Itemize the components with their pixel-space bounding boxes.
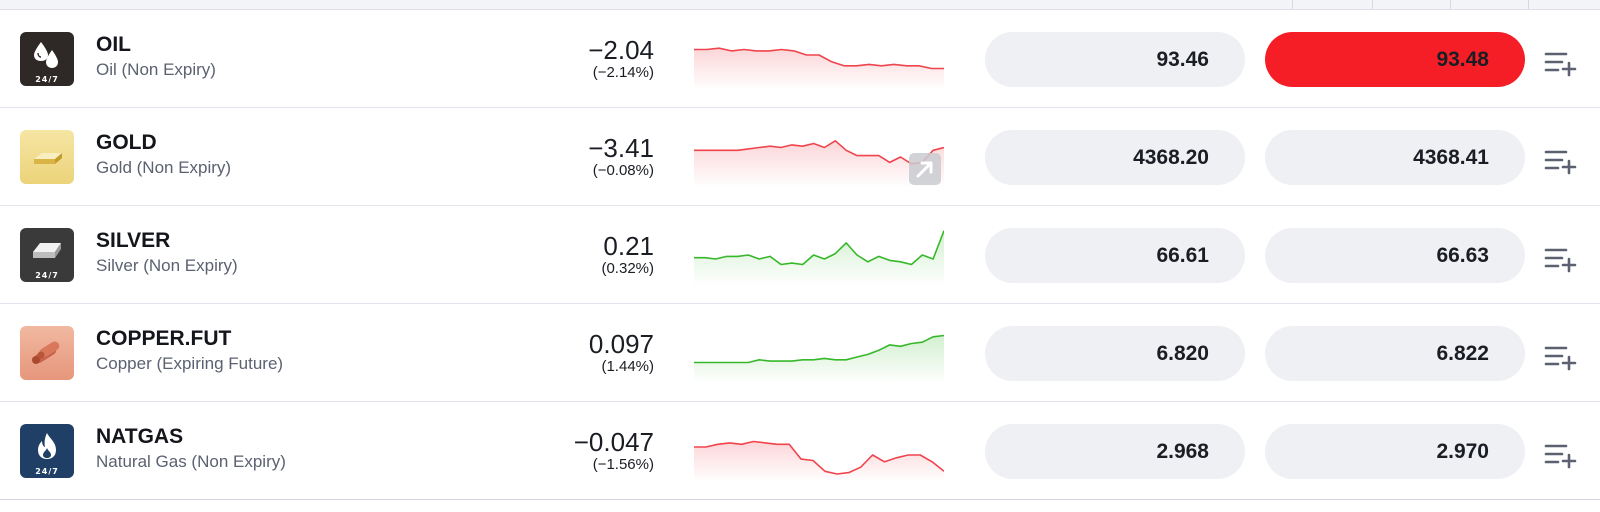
- instrument-description: Gold (Non Expiry): [96, 158, 232, 177]
- price-change-percent: (0.32%): [601, 260, 654, 277]
- sparkline-area: [694, 441, 944, 482]
- instrument-symbol: OIL: [96, 33, 131, 56]
- instrument-description: Silver (Non Expiry): [96, 256, 238, 275]
- silver-bar-icon: 24/7: [20, 228, 74, 282]
- sell-price-button[interactable]: 66.61: [985, 228, 1245, 283]
- price-change-absolute: 0.097: [588, 329, 654, 359]
- sparkline-chart: [694, 47, 944, 90]
- column-divider: [1450, 0, 1451, 9]
- price-change: −2.04 (−2.14%): [588, 36, 654, 82]
- price-change: 0.097 (1.44%): [589, 330, 654, 376]
- instrument-row-natgas[interactable]: 24/7 NATGAS Natural Gas (Non Expiry) −0.…: [0, 402, 1600, 500]
- 24-7-badge: 24/7: [35, 75, 59, 84]
- column-divider: [1292, 0, 1293, 9]
- sell-price-button[interactable]: 6.820: [985, 326, 1245, 381]
- add-to-watchlist-icon[interactable]: [1542, 338, 1578, 372]
- flame-icon: 24/7: [20, 424, 74, 478]
- buy-price-button[interactable]: 4368.41: [1265, 130, 1525, 185]
- instrument-row-oil[interactable]: 24/7 OIL Oil (Non Expiry) −2.04 (−2.14%)…: [0, 10, 1600, 108]
- sell-price-button[interactable]: 2.968: [985, 424, 1245, 479]
- sparkline-chart: [694, 140, 944, 188]
- instrument-description: Natural Gas (Non Expiry): [96, 452, 286, 471]
- sparkline-chart: [694, 334, 944, 384]
- instrument-list: 24/7 OIL Oil (Non Expiry) −2.04 (−2.14%)…: [0, 10, 1600, 500]
- price-change: −0.047 (−1.56%): [574, 428, 654, 474]
- price-change-percent: (−2.14%): [592, 64, 654, 81]
- buy-price-button[interactable]: 2.970: [1265, 424, 1525, 479]
- buy-price-button[interactable]: 93.48: [1265, 32, 1525, 87]
- sell-price-button[interactable]: 4368.20: [985, 130, 1245, 185]
- price-change-absolute: −2.04: [588, 35, 654, 65]
- oil-drops-icon: 24/7: [20, 32, 74, 86]
- sparkline-area: [694, 140, 944, 188]
- instrument-symbol: NATGAS: [96, 425, 184, 448]
- instrument-row-gold[interactable]: GOLD Gold (Non Expiry) −3.41 (−0.08%) 43…: [0, 108, 1600, 206]
- add-to-watchlist-icon[interactable]: [1542, 142, 1578, 176]
- price-change-absolute: −3.41: [588, 133, 654, 163]
- instrument-symbol: SILVER: [96, 229, 171, 252]
- sparkline-area: [694, 230, 944, 286]
- price-change-absolute: −0.047: [573, 427, 654, 457]
- column-divider: [1372, 0, 1373, 9]
- sparkline-chart: [694, 230, 944, 286]
- gold-bar-icon: [20, 130, 74, 184]
- add-to-watchlist-icon[interactable]: [1542, 240, 1578, 274]
- instrument-symbol: GOLD: [96, 131, 157, 154]
- copper-pipes-icon: [20, 326, 74, 380]
- buy-price-button[interactable]: 66.63: [1265, 228, 1525, 283]
- column-header-strip: [0, 0, 1600, 10]
- price-change-percent: (−1.56%): [592, 456, 654, 473]
- price-change-percent: (−0.08%): [592, 162, 654, 179]
- 24-7-badge: 24/7: [35, 467, 59, 476]
- column-divider: [1528, 0, 1529, 9]
- instrument-symbol: COPPER.FUT: [96, 327, 232, 350]
- sparkline-chart: [694, 440, 944, 482]
- price-change-percent: (1.44%): [601, 358, 654, 375]
- sell-price-button[interactable]: 93.46: [985, 32, 1245, 87]
- expand-arrow-icon[interactable]: [908, 152, 942, 186]
- add-to-watchlist-icon[interactable]: [1542, 436, 1578, 470]
- price-change-absolute: 0.21: [603, 231, 654, 261]
- price-change: −3.41 (−0.08%): [588, 134, 654, 180]
- instrument-description: Oil (Non Expiry): [96, 60, 216, 79]
- instrument-description: Copper (Expiring Future): [96, 354, 284, 373]
- 24-7-badge: 24/7: [35, 271, 59, 280]
- instrument-row-copper[interactable]: COPPER.FUT Copper (Expiring Future) 0.09…: [0, 304, 1600, 402]
- buy-price-button[interactable]: 6.822: [1265, 326, 1525, 381]
- price-change: 0.21 (0.32%): [601, 232, 654, 278]
- add-to-watchlist-icon[interactable]: [1542, 44, 1578, 78]
- instrument-row-silver[interactable]: 24/7 SILVER Silver (Non Expiry) 0.21 (0.…: [0, 206, 1600, 304]
